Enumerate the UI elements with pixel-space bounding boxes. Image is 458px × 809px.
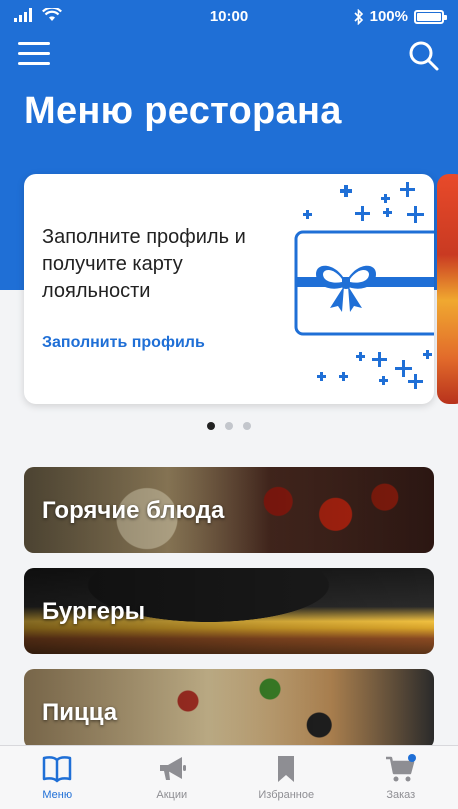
category-label: Горячие блюда [42,497,224,525]
battery-percent: 100% [370,8,408,25]
tab-label: Акции [156,789,187,801]
category-label: Бургеры [42,598,145,626]
bookmark-icon [270,754,302,784]
pager-dot[interactable] [225,422,233,430]
status-right: 100% [354,8,444,25]
tab-order[interactable]: Заказ [344,746,458,809]
hamburger-line [18,42,50,45]
hamburger-line [18,52,50,55]
battery-icon [414,10,444,24]
hamburger-line [18,62,50,65]
tab-bar: Меню Акции Избранное Заказ [0,745,458,809]
book-icon [41,754,73,784]
promo-text: Заполните профиль и получите карту лояль… [42,224,252,305]
status-bar: 10:00 100% [0,0,458,34]
category-label: Пицца [42,699,117,727]
carousel-pager [0,422,458,430]
megaphone-icon [156,754,188,784]
page-title: Меню ресторана [24,90,342,133]
next-promo-card-peek[interactable] [437,174,458,404]
category-hot-dishes[interactable]: Горячие блюда [24,467,434,553]
tab-promotions[interactable]: Акции [115,746,230,809]
tab-label: Меню [42,789,72,801]
pager-dot[interactable] [243,422,251,430]
tab-label: Избранное [258,789,314,801]
tab-label: Заказ [386,789,415,801]
bluetooth-icon [354,9,364,25]
category-pizza[interactable]: Пицца [24,669,434,749]
tab-menu[interactable]: Меню [0,746,115,809]
cart-icon [385,754,417,784]
search-icon[interactable] [408,40,440,72]
gift-card-illustration [286,174,434,404]
fill-profile-link[interactable]: Заполнить профиль [42,334,205,352]
pager-dot-active[interactable] [207,422,215,430]
hamburger-menu-button[interactable] [18,42,50,68]
tab-favorites[interactable]: Избранное [229,746,344,809]
loyalty-promo-card[interactable]: Заполните профиль и получите карту лояль… [24,174,434,404]
category-burgers[interactable]: Бургеры [24,568,434,654]
